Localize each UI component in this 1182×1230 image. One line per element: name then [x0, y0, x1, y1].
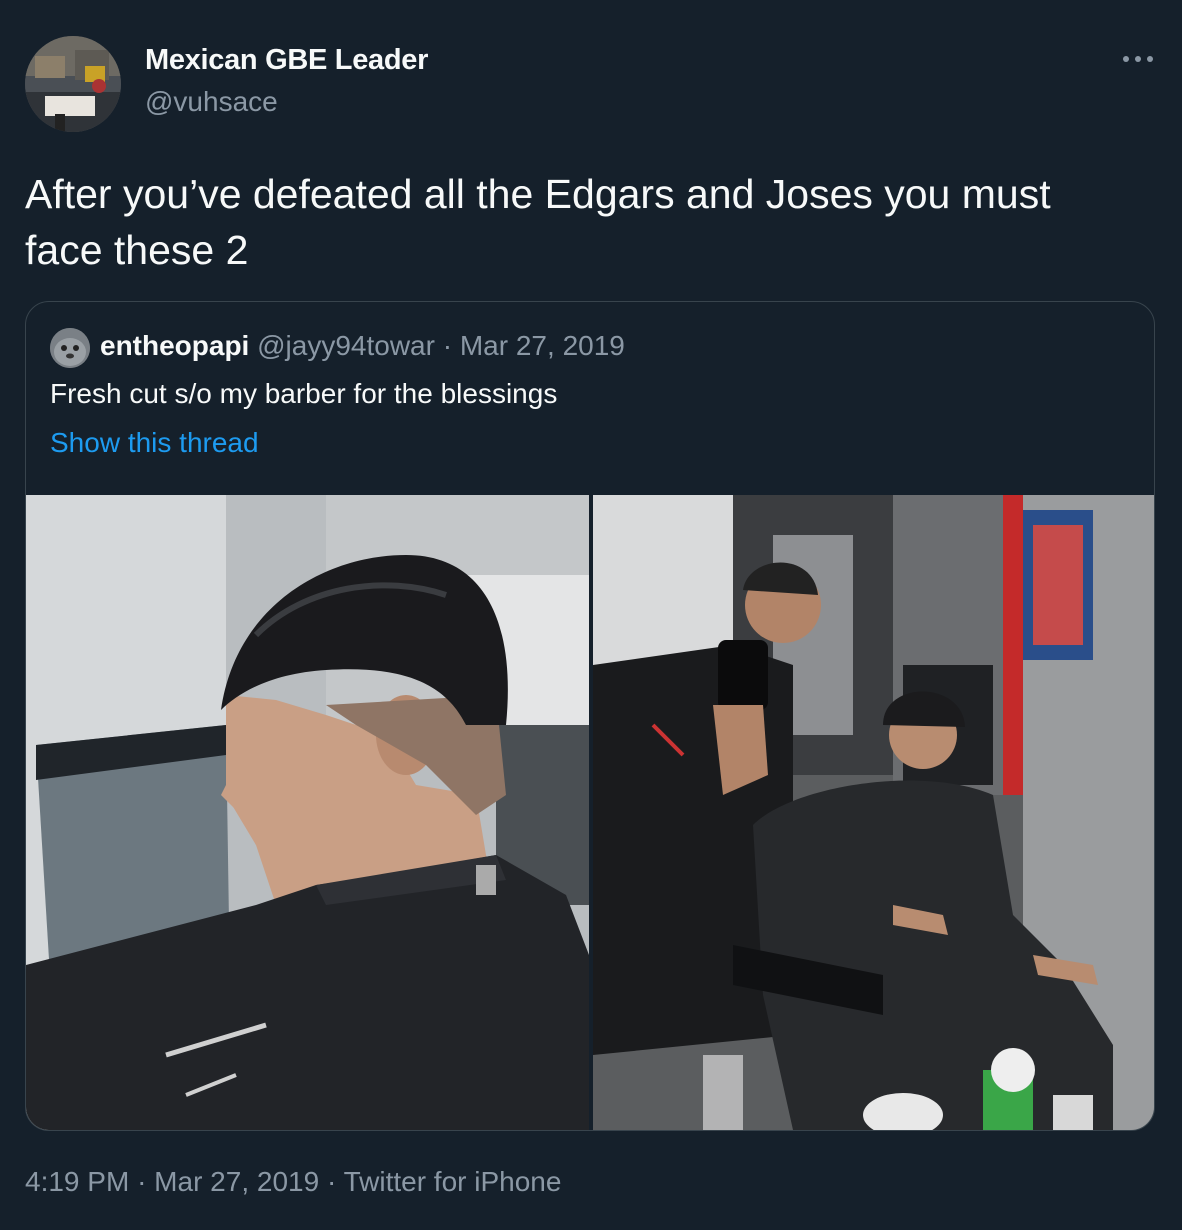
- quoted-media: [26, 495, 1154, 1130]
- tweet-source[interactable]: Twitter for iPhone: [344, 1166, 562, 1197]
- quoted-date[interactable]: Mar 27, 2019: [460, 330, 625, 361]
- metadata-separator: ·: [137, 1166, 147, 1197]
- metadata-separator: ·: [326, 1166, 337, 1197]
- quoted-tweet[interactable]: entheopapi @jayy94towar · Mar 27, 2019 F…: [25, 301, 1155, 1131]
- quoted-author-avatar[interactable]: [50, 328, 90, 368]
- show-thread-link[interactable]: Show this thread: [50, 427, 259, 459]
- quoted-author-handle[interactable]: @jayy94towar: [257, 330, 435, 361]
- tweet-text: After you’ve defeated all the Edgars and…: [25, 171, 1051, 273]
- author-handle[interactable]: @vuhsace: [145, 86, 278, 118]
- quoted-header: entheopapi @jayy94towar · Mar 27, 2019: [100, 330, 625, 362]
- more-horizontal-icon: [1118, 39, 1158, 72]
- quoted-photo-2[interactable]: [593, 495, 1154, 1130]
- quoted-photo-1[interactable]: [26, 495, 589, 1130]
- quoted-text: Fresh cut s/o my barber for the blessing…: [50, 378, 558, 409]
- tweet-date[interactable]: Mar 27, 2019: [154, 1166, 319, 1197]
- tweet-time[interactable]: 4:19 PM: [25, 1166, 129, 1197]
- quoted-separator: ·: [442, 330, 453, 361]
- author-name[interactable]: Mexican GBE Leader: [145, 44, 428, 77]
- more-options-button[interactable]: [1118, 46, 1158, 76]
- author-avatar[interactable]: [25, 36, 121, 132]
- quoted-author-name[interactable]: entheopapi: [100, 330, 249, 361]
- tweet-metadata: 4:19 PM · Mar 27, 2019 · Twitter for iPh…: [25, 1166, 561, 1198]
